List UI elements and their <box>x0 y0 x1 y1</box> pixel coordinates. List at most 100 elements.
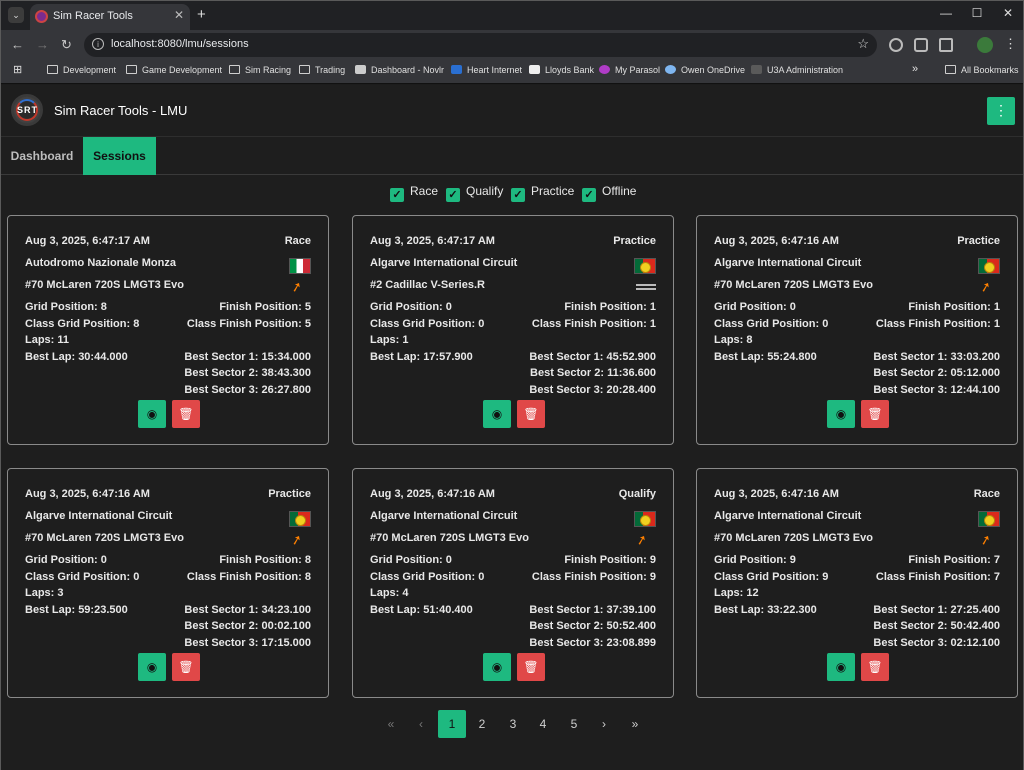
stat-value: 9 <box>789 554 796 566</box>
bookmark-item[interactable]: Development <box>47 65 116 75</box>
session-card: Aug 3, 2025, 6:47:17 AM Race Autodromo Naz… <box>7 215 329 445</box>
stat-label: Best Sector 2: <box>530 367 608 380</box>
url-text[interactable]: localhost:8080/lmu/sessions <box>111 38 249 50</box>
stat-s3: Best Sector 3: 02:12.100 <box>873 637 1000 649</box>
bug-extension-icon[interactable] <box>914 38 928 52</box>
delete-session-button[interactable]: 🗑 <box>517 653 545 681</box>
site-info-icon[interactable]: i <box>92 38 104 50</box>
bookmark-item[interactable]: My Parasol <box>599 65 660 75</box>
view-session-button[interactable]: ◉ <box>138 400 166 428</box>
view-session-button[interactable]: ◉ <box>483 653 511 681</box>
delete-session-button[interactable]: 🗑 <box>861 653 889 681</box>
address-bar[interactable]: i localhost:8080/lmu/sessions ☆ <box>84 33 877 57</box>
checkbox-checked-icon[interactable]: ✓ <box>582 188 596 202</box>
stat-row: Grid Position: 8 Finish Position: 5 <box>25 301 311 315</box>
stat-label: Class Grid Position: <box>370 317 479 330</box>
page-button[interactable]: 4 <box>529 710 557 738</box>
minimize-icon[interactable]: — <box>931 6 961 20</box>
delete-session-button[interactable]: 🗑 <box>172 653 200 681</box>
italy-flag-icon <box>289 258 311 274</box>
view-session-button[interactable]: ◉ <box>138 653 166 681</box>
checkbox-checked-icon[interactable]: ✓ <box>446 188 460 202</box>
app-header: SRT Sim Racer Tools - LMU ⋮ <box>1 85 1023 137</box>
profile-avatar[interactable] <box>977 37 993 53</box>
tab-dashboard[interactable]: Dashboard <box>1 137 83 175</box>
view-session-button[interactable]: ◉ <box>827 400 855 428</box>
stat-row: Best Lap: 30:44.000 Best Sector 1: 15:34.… <box>25 351 311 365</box>
new-tab-icon[interactable]: + <box>197 6 206 23</box>
browser-tab[interactable]: Sim Racer Tools ✕ <box>30 4 190 30</box>
portugal-flag-icon <box>289 511 311 527</box>
last-page-button[interactable]: » <box>621 710 649 738</box>
bookmark-item[interactable]: Game Development <box>126 65 222 75</box>
bookmark-item[interactable]: Sim Racing <box>229 65 291 75</box>
stat-class-finish: Class Finish Position: 5 <box>187 318 311 330</box>
apps-icon[interactable]: ⊞ <box>13 63 22 76</box>
checkbox-checked-icon[interactable]: ✓ <box>390 188 404 202</box>
browser-menu-icon[interactable]: ⋮ <box>1004 36 1017 52</box>
prev-page-button[interactable]: ‹ <box>407 710 435 738</box>
stat-label: Best Sector 2: <box>184 367 262 380</box>
stat-label: Best Sector 2: <box>873 367 951 380</box>
view-session-button[interactable]: ◉ <box>483 400 511 428</box>
forward-icon[interactable]: → <box>36 37 49 52</box>
bookmark-item[interactable]: Dashboard - Novlr <box>355 65 444 75</box>
more-bookmarks-icon[interactable]: » <box>912 63 918 75</box>
filter-race[interactable]: ✓ Race <box>390 184 438 202</box>
onedrive-icon <box>665 65 676 74</box>
stat-row: Best Sector 2: 11:36.600 <box>370 367 656 381</box>
stat-s1: Best Sector 1: 37:39.100 <box>529 604 656 616</box>
stat-value: 5 <box>304 301 311 313</box>
bookmark-star-icon[interactable]: ☆ <box>857 36 869 52</box>
stat-value: 9 <box>649 554 656 566</box>
page-button[interactable]: 3 <box>499 710 527 738</box>
stat-row: Best Sector 3: 12:44.100 <box>714 384 1000 398</box>
page-button[interactable]: 1 <box>438 710 466 738</box>
stat-value: 51:40.400 <box>423 603 473 616</box>
eye-icon: ◉ <box>146 407 158 421</box>
app-favicon-icon <box>35 10 48 23</box>
page-button[interactable]: 5 <box>560 710 588 738</box>
bookmark-item[interactable]: Lloyds Bank <box>529 65 594 75</box>
tab-strip: ⌄ Sim Racer Tools ✕ + — ☐ ✕ <box>1 1 1023 30</box>
stat-value: 1 <box>402 334 409 347</box>
close-window-icon[interactable]: ✕ <box>993 6 1023 20</box>
filter-qualify[interactable]: ✓ Qualify <box>446 184 503 202</box>
close-tab-icon[interactable]: ✕ <box>174 8 184 22</box>
maximize-icon[interactable]: ☐ <box>962 6 992 20</box>
checkbox-checked-icon[interactable]: ✓ <box>511 188 525 202</box>
next-page-button[interactable]: › <box>590 710 618 738</box>
app-menu-button[interactable]: ⋮ <box>987 97 1015 125</box>
delete-session-button[interactable]: 🗑 <box>172 400 200 428</box>
filter-offline[interactable]: ✓ Offline <box>582 184 636 202</box>
extension-icon[interactable] <box>889 38 903 52</box>
page-button[interactable]: 2 <box>468 710 496 738</box>
back-icon[interactable]: ← <box>11 37 24 52</box>
delete-session-button[interactable]: 🗑 <box>861 400 889 428</box>
stat-s3: Best Sector 3: 23:08.899 <box>529 637 656 649</box>
stat-value: 0 <box>445 554 452 566</box>
stat-label: Laps: <box>25 334 58 347</box>
reload-icon[interactable]: ↻ <box>61 37 72 53</box>
view-session-button[interactable]: ◉ <box>827 653 855 681</box>
stat-best-lap: Best Lap: 33:22.300 <box>714 604 817 616</box>
stat-label: Class Finish Position: <box>875 570 994 583</box>
filter-practice[interactable]: ✓ Practice <box>511 184 574 202</box>
tab-sessions[interactable]: Sessions <box>83 137 156 175</box>
track-name: Algarve International Circuit <box>714 257 862 269</box>
tab-search-icon[interactable]: ⌄ <box>8 7 24 23</box>
session-card: Aug 3, 2025, 6:47:16 AM Race Algarve Inter… <box>696 468 1018 698</box>
bookmark-item[interactable]: Owen OneDrive <box>665 65 745 75</box>
stat-label: Class Grid Position: <box>370 570 479 583</box>
folder-icon <box>229 65 240 74</box>
stat-label: Best Lap: <box>714 603 768 616</box>
delete-session-button[interactable]: 🗑 <box>517 400 545 428</box>
first-page-button[interactable]: « <box>377 710 405 738</box>
stat-row: Class Grid Position: 0 Class Finish Posit… <box>714 318 1000 332</box>
bookmark-item[interactable]: Heart Internet <box>451 65 522 75</box>
puzzle-icon[interactable] <box>939 38 953 52</box>
bookmark-item[interactable]: Trading <box>299 65 345 75</box>
all-bookmarks[interactable]: All Bookmarks <box>945 65 1019 75</box>
bookmark-item[interactable]: U3A Administration <box>751 65 843 75</box>
stat-finish: Finish Position: 1 <box>564 301 656 313</box>
